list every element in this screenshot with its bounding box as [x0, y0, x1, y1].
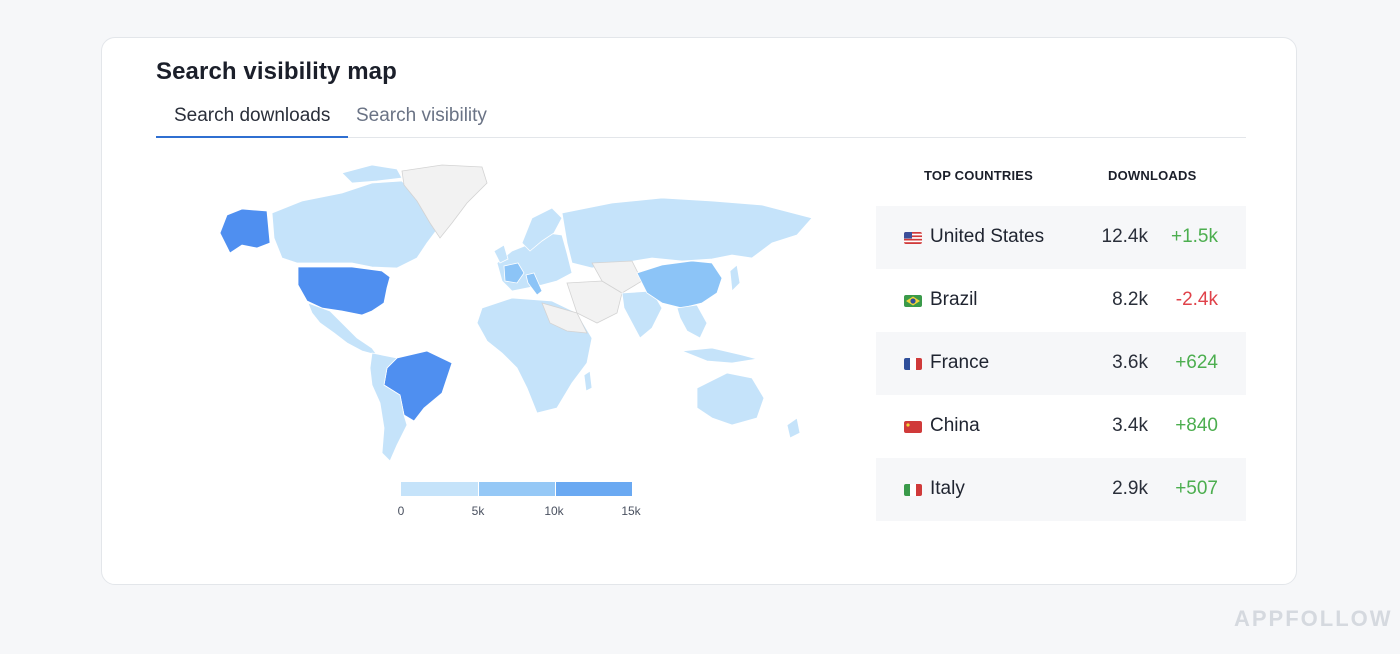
region-alaska[interactable] [219, 208, 271, 254]
search-visibility-card: Search visibility map Search downloads S… [101, 37, 1297, 585]
tab-bar: Search downloads Search visibility [156, 96, 1246, 138]
downloads-delta: +1.5k [1170, 226, 1218, 247]
country-name: United States [930, 226, 1045, 247]
legend-label: 0 [397, 504, 405, 518]
column-header-downloads: DOWNLOADS [1108, 168, 1197, 183]
legend-label: 15k [621, 504, 641, 518]
downloads-delta: +840 [1175, 415, 1218, 436]
appfollow-logo: APPFOLLOW [1234, 606, 1393, 631]
country-name: France [930, 352, 990, 373]
legend-label: 10k [544, 504, 564, 518]
country-name: Brazil [930, 289, 978, 310]
cn-flag-icon [904, 421, 922, 433]
column-header-countries: TOP COUNTRIES [924, 168, 1034, 183]
legend-label: 5k [471, 504, 485, 518]
legend-segment [401, 482, 478, 496]
region-new-zealand[interactable] [786, 417, 801, 439]
world-map [212, 163, 827, 468]
us-flag-icon [904, 232, 922, 244]
region-indonesia[interactable] [681, 347, 758, 364]
country-rows: United States 12.4k +1.5k Brazil 8.2k -2… [876, 206, 1246, 521]
table-row[interactable]: China 3.4k +840 [876, 395, 1246, 458]
world-map-svg [219, 164, 813, 462]
table-row[interactable]: France 3.6k +624 [876, 332, 1246, 395]
it-flag-icon [904, 484, 922, 496]
downloads-value: 12.4k [1101, 226, 1148, 247]
region-japan[interactable] [729, 264, 741, 292]
region-uk[interactable] [493, 244, 509, 264]
table-row[interactable]: Italy 2.9k +507 [876, 458, 1246, 521]
downloads-value: 8.2k [1112, 289, 1148, 310]
fr-flag-icon [904, 358, 922, 370]
map-legend: 0 5k 10k 15k [397, 482, 641, 524]
downloads-delta: +624 [1175, 352, 1218, 373]
legend-color-scale [401, 482, 632, 496]
legend-labels: 0 5k 10k 15k [397, 504, 641, 524]
tab-search-downloads[interactable]: Search downloads [156, 104, 349, 138]
region-southeast-asia[interactable] [676, 304, 708, 339]
region-canada-islands[interactable] [341, 164, 403, 184]
legend-segment [479, 482, 555, 496]
downloads-delta: +507 [1175, 478, 1218, 499]
table-row[interactable]: United States 12.4k +1.5k [876, 206, 1246, 269]
region-australia[interactable] [696, 372, 765, 426]
region-madagascar[interactable] [583, 370, 593, 392]
br-flag-icon [904, 295, 922, 307]
downloads-value: 3.6k [1112, 352, 1148, 373]
downloads-delta: -2.4k [1175, 289, 1218, 310]
card-title: Search visibility map [156, 58, 397, 85]
downloads-value: 2.9k [1112, 478, 1148, 499]
tab-search-visibility[interactable]: Search visibility [338, 104, 505, 136]
region-russia[interactable] [561, 197, 813, 269]
table-row[interactable]: Brazil 8.2k -2.4k [876, 269, 1246, 332]
country-name: China [930, 415, 980, 436]
legend-segment [556, 482, 632, 496]
country-name: Italy [930, 478, 965, 499]
downloads-value: 3.4k [1112, 415, 1148, 436]
